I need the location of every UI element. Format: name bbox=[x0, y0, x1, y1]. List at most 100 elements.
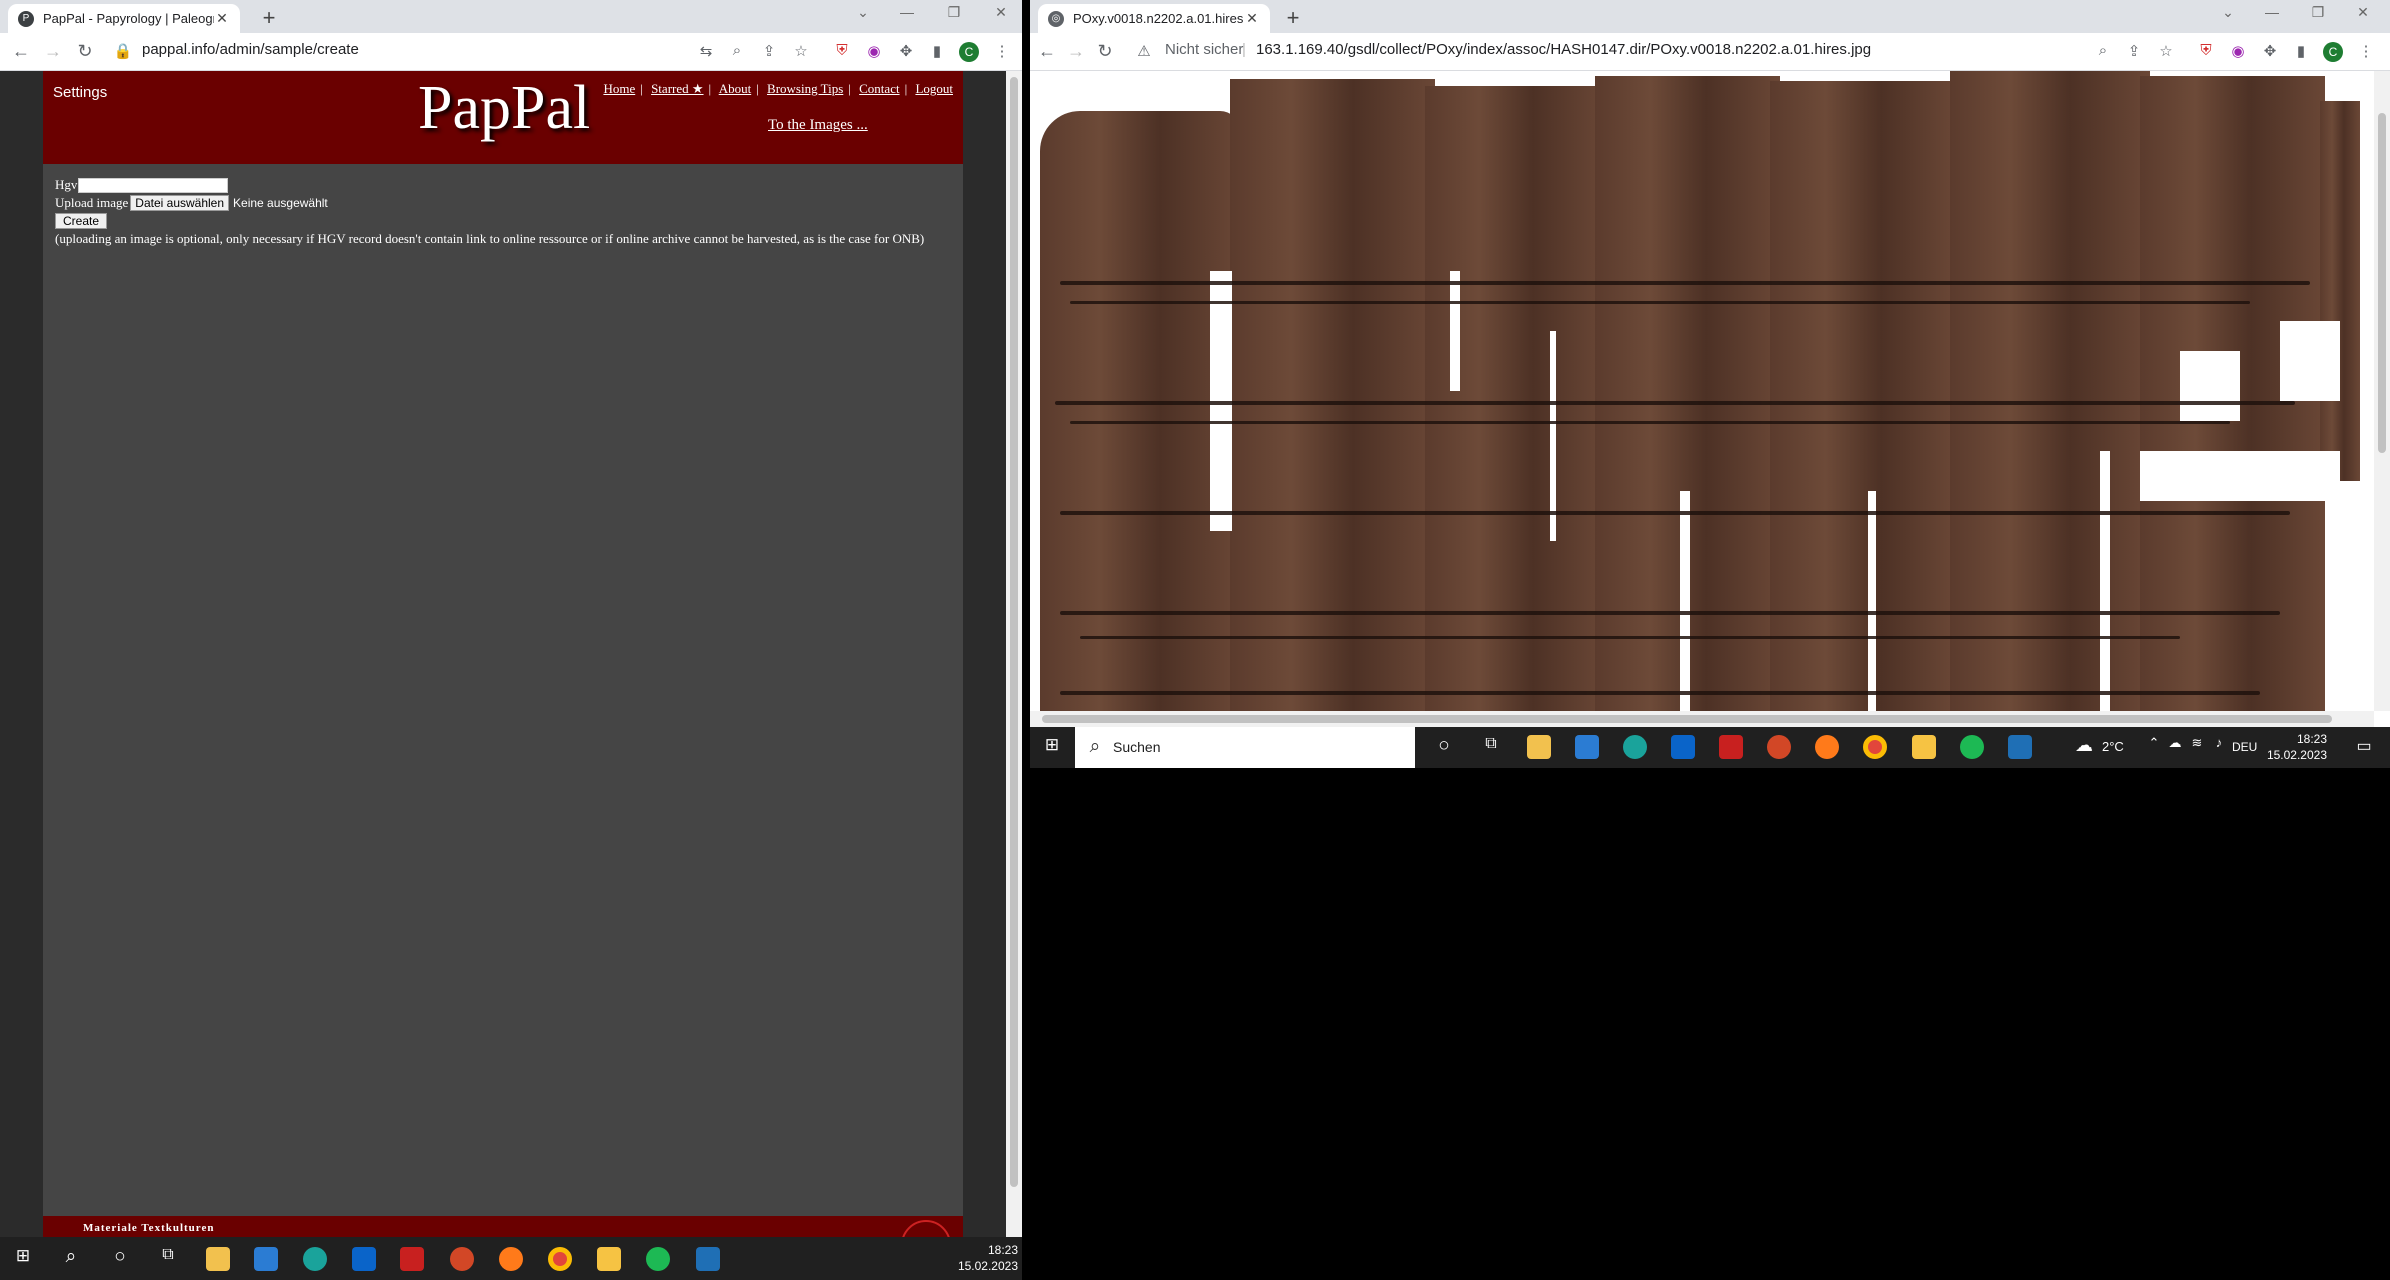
left-tab-pappal[interactable]: P PapPal - Papyrology | Paleograph ✕ bbox=[8, 4, 240, 33]
hgv-input[interactable] bbox=[78, 177, 229, 193]
mail-icon[interactable] bbox=[1671, 735, 1695, 759]
forward-icon[interactable]: → bbox=[42, 41, 64, 62]
task-view-icon[interactable]: ⧉ bbox=[156, 1246, 180, 1264]
restore-icon[interactable]: ❐ bbox=[2303, 4, 2333, 21]
right-vscroll-thumb[interactable] bbox=[2378, 113, 2386, 453]
extension-shield-icon[interactable]: ⛨ bbox=[2196, 42, 2216, 59]
notification-icon[interactable]: ▭ bbox=[2352, 736, 2376, 756]
minimize-icon[interactable]: — bbox=[892, 4, 922, 20]
notepad-icon[interactable] bbox=[597, 1247, 621, 1271]
settings-link[interactable]: Settings bbox=[53, 84, 107, 101]
nav-logout[interactable]: Logout bbox=[915, 81, 953, 96]
windows-start-icon[interactable]: ⊞ bbox=[1040, 735, 1064, 755]
not-secure-label[interactable]: Nicht sicher bbox=[1165, 41, 1243, 58]
language-indicator[interactable]: DEU bbox=[2232, 740, 2257, 754]
photos-icon[interactable] bbox=[696, 1247, 720, 1271]
share-icon[interactable]: ⇪ bbox=[759, 42, 779, 60]
menu-kebab-icon[interactable]: ⋮ bbox=[2356, 42, 2376, 60]
right-url-bar[interactable]: 163.1.169.40/gsdl/collect/POxy/index/ass… bbox=[1256, 41, 1871, 58]
new-tab-icon[interactable]: + bbox=[256, 5, 282, 31]
right-taskbar-clock[interactable]: 18:23 15.02.2023 bbox=[2265, 731, 2327, 763]
pappal-logo[interactable]: PapPal bbox=[418, 73, 590, 144]
taskbar-search-box[interactable]: ⌕ Suchen bbox=[1075, 727, 1415, 768]
left-scroll-thumb[interactable] bbox=[1010, 77, 1018, 1187]
search-icon[interactable]: ⌕ bbox=[59, 1246, 83, 1268]
reload-icon[interactable]: ↻ bbox=[1094, 41, 1116, 62]
powerpoint-icon[interactable] bbox=[450, 1247, 474, 1271]
chrome-icon[interactable] bbox=[1863, 735, 1887, 759]
extension-ublock-icon[interactable]: ◉ bbox=[864, 42, 884, 60]
lock-icon[interactable]: 🔒 bbox=[113, 42, 133, 60]
store-icon[interactable] bbox=[254, 1247, 278, 1271]
spotify-icon[interactable] bbox=[646, 1247, 670, 1271]
left-url-bar[interactable]: pappal.info/admin/sample/create bbox=[142, 41, 359, 58]
firefox-icon[interactable] bbox=[1815, 735, 1839, 759]
choose-file-button[interactable]: Datei auswählen bbox=[130, 195, 230, 211]
close-tab-icon[interactable]: ✕ bbox=[214, 10, 230, 27]
windows-start-icon[interactable]: ⊞ bbox=[11, 1246, 35, 1266]
close-window-icon[interactable]: ✕ bbox=[986, 4, 1016, 21]
acrobat-icon[interactable] bbox=[1719, 735, 1743, 759]
cortana-icon[interactable]: ○ bbox=[108, 1246, 132, 1268]
zoom-icon[interactable]: ⌕ bbox=[2093, 42, 2113, 59]
warning-icon[interactable]: ⚠ bbox=[1134, 42, 1154, 60]
share-icon[interactable]: ⇪ bbox=[2124, 42, 2144, 60]
sidepanel-icon[interactable]: ▮ bbox=[2291, 42, 2311, 60]
right-tab-image[interactable]: ◎ POxy.v0018.n2202.a.01.hires.jpg ✕ bbox=[1038, 4, 1270, 33]
right-hscroll-thumb[interactable] bbox=[1042, 715, 2332, 723]
reload-icon[interactable]: ↻ bbox=[74, 41, 96, 62]
onedrive-icon[interactable]: ☁ bbox=[2163, 735, 2187, 751]
profile-avatar[interactable]: C bbox=[959, 42, 979, 62]
mail-icon[interactable] bbox=[352, 1247, 376, 1271]
edge-icon[interactable] bbox=[303, 1247, 327, 1271]
extensions-puzzle-icon[interactable]: ✥ bbox=[2260, 42, 2280, 60]
left-vertical-scrollbar[interactable] bbox=[1006, 71, 1022, 1237]
weather-temperature[interactable]: 2°C bbox=[2102, 739, 2124, 754]
chevron-down-icon[interactable]: ⌄ bbox=[848, 4, 878, 21]
photos-icon[interactable] bbox=[2008, 735, 2032, 759]
notepad-icon[interactable] bbox=[1912, 735, 1936, 759]
task-view-icon[interactable]: ⧉ bbox=[1479, 735, 1503, 753]
translate-icon[interactable]: ⇆ bbox=[696, 42, 716, 60]
chrome-icon[interactable] bbox=[548, 1247, 572, 1271]
acrobat-icon[interactable] bbox=[400, 1247, 424, 1271]
extensions-puzzle-icon[interactable]: ✥ bbox=[896, 42, 916, 60]
nav-starred[interactable]: Starred ★ bbox=[651, 81, 703, 96]
minimize-icon[interactable]: — bbox=[2257, 4, 2287, 20]
back-icon[interactable]: ← bbox=[1036, 41, 1058, 62]
menu-kebab-icon[interactable]: ⋮ bbox=[992, 42, 1012, 60]
file-explorer-icon[interactable] bbox=[1527, 735, 1551, 759]
chevron-down-icon[interactable]: ⌄ bbox=[2213, 4, 2243, 21]
close-window-icon[interactable]: ✕ bbox=[2348, 4, 2378, 21]
bookmark-star-icon[interactable]: ☆ bbox=[791, 42, 811, 60]
close-tab-icon[interactable]: ✕ bbox=[1244, 10, 1260, 27]
extension-shield-icon[interactable]: ⛨ bbox=[832, 42, 852, 59]
spotify-icon[interactable] bbox=[1960, 735, 1984, 759]
speaker-icon[interactable]: ♪ bbox=[2207, 735, 2231, 750]
sidepanel-icon[interactable]: ▮ bbox=[927, 42, 947, 60]
nav-contact[interactable]: Contact bbox=[859, 81, 899, 96]
firefox-icon[interactable] bbox=[499, 1247, 523, 1271]
create-button[interactable]: Create bbox=[55, 213, 108, 229]
nav-home[interactable]: Home bbox=[603, 81, 635, 96]
edge-icon[interactable] bbox=[1623, 735, 1647, 759]
to-the-images-link[interactable]: To the Images ... bbox=[768, 117, 868, 134]
store-icon[interactable] bbox=[1575, 735, 1599, 759]
left-taskbar-clock[interactable]: 18:23 15.02.2023 bbox=[950, 1242, 1018, 1274]
cortana-icon[interactable]: ○ bbox=[1432, 735, 1456, 757]
right-horizontal-scrollbar[interactable] bbox=[1030, 711, 2374, 727]
extension-ublock-icon[interactable]: ◉ bbox=[2228, 42, 2248, 60]
powerpoint-icon[interactable] bbox=[1767, 735, 1791, 759]
restore-icon[interactable]: ❐ bbox=[939, 4, 969, 21]
new-tab-icon[interactable]: + bbox=[1280, 5, 1306, 31]
weather-cloud-icon[interactable]: ☁ bbox=[2072, 735, 2096, 756]
wifi-icon[interactable]: ≋ bbox=[2185, 735, 2209, 751]
back-icon[interactable]: ← bbox=[10, 41, 32, 62]
nav-about[interactable]: About bbox=[719, 81, 752, 96]
profile-avatar[interactable]: C bbox=[2323, 42, 2343, 62]
forward-icon[interactable]: → bbox=[1065, 41, 1087, 62]
nav-browsing-tips[interactable]: Browsing Tips bbox=[767, 81, 843, 96]
zoom-icon[interactable]: ⌕ bbox=[727, 42, 747, 59]
right-vertical-scrollbar[interactable] bbox=[2374, 71, 2390, 711]
bookmark-star-icon[interactable]: ☆ bbox=[2156, 42, 2176, 60]
